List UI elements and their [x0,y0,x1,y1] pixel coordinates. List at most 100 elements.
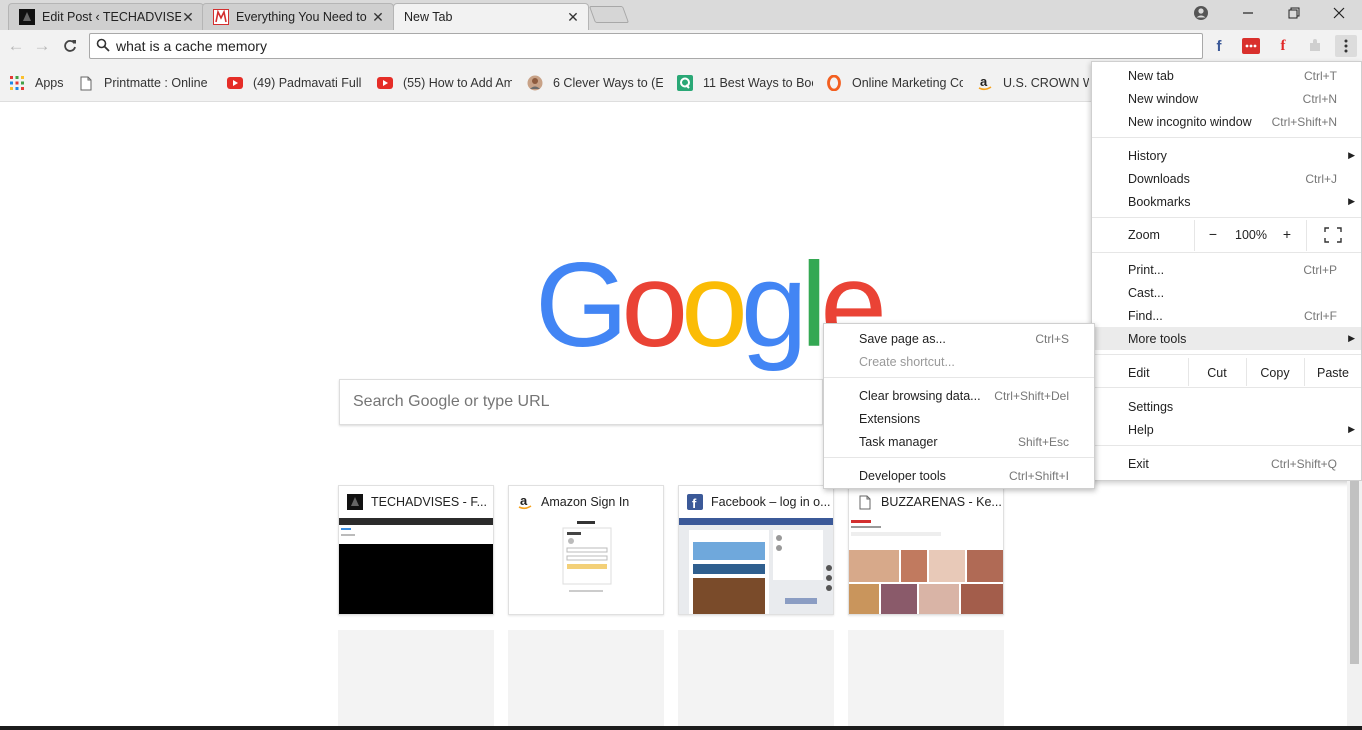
bitly-extension-icon[interactable] [1241,36,1261,56]
flipboard-icon[interactable]: f [1273,36,1293,56]
facebook-f-icon: f [687,494,703,510]
menu-label: Print... [1128,262,1165,277]
menu-item-downloads[interactable]: Downloads Ctrl+J [1092,167,1361,190]
most-visited-tile-amazon[interactable]: a Amazon Sign In [508,485,664,615]
close-icon[interactable]: ✕ [371,9,385,26]
paste-button[interactable]: Paste [1305,366,1361,380]
svg-text:a: a [980,75,988,89]
bookmark-label: 6 Clever Ways to (Eth [553,76,663,90]
minimize-icon[interactable] [1225,0,1271,26]
browser-window: Edit Post ‹ TECHADVISES ✕ Everything You… [0,0,1362,730]
cut-button[interactable]: Cut [1189,366,1245,380]
close-icon[interactable]: ✕ [181,9,195,26]
close-icon[interactable]: ✕ [566,9,580,26]
menu-item-find[interactable]: Find... Ctrl+F [1092,304,1361,327]
zoom-level: 100% [1235,228,1267,242]
new-tab-button[interactable] [588,6,630,23]
most-visited-tile-techadvises[interactable]: TECHADVISES - F... [338,485,494,615]
tab-strip: Edit Post ‹ TECHADVISES ✕ Everything You… [0,0,1362,30]
menu-item-help[interactable]: Help ▶ [1092,418,1361,441]
bookmark-clever-ways[interactable]: 6 Clever Ways to (Eth [527,74,663,92]
techadvises-favicon [347,494,363,510]
bookmark-label: 11 Best Ways to Boo [703,76,813,90]
ntp-search-box[interactable] [339,379,823,425]
zoom-divider [1306,220,1307,251]
address-bar[interactable]: what is a cache memory [89,33,1203,59]
submenu-item-clear-browsing-data[interactable]: Clear browsing data... Ctrl+Shift+Del [824,384,1094,407]
menu-item-cast[interactable]: Cast... [1092,281,1361,304]
submenu-item-save-page[interactable]: Save page as... Ctrl+S [824,327,1094,350]
menu-item-new-tab[interactable]: New tab Ctrl+T [1092,64,1361,87]
bookmark-label: Apps [35,76,64,90]
menu-item-exit[interactable]: Exit Ctrl+Shift+Q [1092,452,1361,475]
copy-button[interactable]: Copy [1247,366,1303,380]
menu-label: Settings [1128,399,1174,414]
bookmark-best-ways[interactable]: 11 Best Ways to Boo [677,74,813,92]
forward-arrow-icon[interactable]: → [30,34,54,58]
submenu-arrow-icon: ▶ [1348,333,1355,343]
page-scrollbar[interactable] [1347,481,1362,730]
profile-icon[interactable] [1178,0,1224,26]
restore-icon[interactable] [1271,0,1317,26]
zoom-label: Zoom [1128,228,1160,242]
bookmark-printmatte[interactable]: Printmatte : Online M [78,74,212,92]
back-arrow-icon[interactable]: ← [4,34,28,58]
close-window-icon[interactable] [1316,0,1362,26]
menu-label: Help [1128,422,1154,437]
menu-item-settings[interactable]: Settings [1092,395,1361,418]
bookmark-us-crown[interactable]: a U.S. CROWN Wo [977,74,1089,92]
menu-shortcut: Ctrl+Shift+N [1271,114,1337,129]
ntp-search-input[interactable] [353,393,822,411]
tab-new-tab[interactable]: New Tab ✕ [393,3,589,30]
menu-label: Save page as... [859,331,946,346]
menu-separator [1092,137,1361,138]
logo-letter: g [740,238,808,372]
menu-label: Exit [1128,456,1149,471]
menu-item-print[interactable]: Print... Ctrl+P [1092,258,1361,281]
chrome-menu-kebab-icon[interactable] [1335,35,1357,57]
chrome-main-menu: New tab Ctrl+T New window Ctrl+N New inc… [1091,61,1362,481]
menu-item-bookmarks[interactable]: Bookmarks ▶ [1092,190,1361,213]
reload-icon[interactable] [58,34,82,58]
empty-tile [678,630,834,730]
menu-label: New incognito window [1128,114,1252,129]
tab-edit-post[interactable]: Edit Post ‹ TECHADVISES ✕ [8,3,204,30]
page-icon [857,494,873,510]
logo-letter: l [800,238,828,372]
tab-everything[interactable]: Everything You Need to K ✕ [202,3,394,30]
menu-shortcut: Ctrl+S [1035,331,1069,346]
amazon-a-icon: a [977,75,993,91]
menu-item-new-window[interactable]: New window Ctrl+N [1092,87,1361,110]
menu-item-new-incognito[interactable]: New incognito window Ctrl+Shift+N [1092,110,1361,133]
zoom-in-button[interactable]: + [1280,226,1294,242]
menu-label: Downloads [1128,171,1190,186]
submenu-item-developer-tools[interactable]: Developer tools Ctrl+Shift+I [824,464,1094,487]
submenu-item-extensions[interactable]: Extensions [824,407,1094,430]
bookmark-how-to-add[interactable]: (55) How to Add Am [377,74,512,92]
scrollbar-thumb[interactable] [1350,481,1359,664]
menu-shortcut: Ctrl+Shift+Del [994,388,1069,403]
tile-title: Amazon Sign In [541,495,630,509]
most-visited-tile-facebook[interactable]: f Facebook – log in o... [678,485,834,615]
facebook-f-icon[interactable]: f [1209,36,1229,56]
submenu-item-create-shortcut: Create shortcut... [824,350,1094,373]
tab-label: Everything You Need to K [236,10,371,24]
more-tools-submenu: Save page as... Ctrl+S Create shortcut..… [823,323,1095,489]
menu-item-history[interactable]: History ▶ [1092,144,1361,167]
svg-text:a: a [520,494,528,508]
empty-tile [338,630,494,730]
menu-item-more-tools[interactable]: More tools ▶ [1092,327,1361,350]
bookmark-padmavati[interactable]: (49) Padmavati Full M [227,74,362,92]
submenu-item-task-manager[interactable]: Task manager Shift+Esc [824,430,1094,453]
fullscreen-icon[interactable] [1324,227,1342,246]
tab-label: Edit Post ‹ TECHADVISES [42,10,181,24]
taskbar-edge [0,726,1362,730]
bookmark-apps[interactable]: Apps [9,74,71,92]
puzzle-extension-icon[interactable] [1305,36,1325,56]
zoom-out-button[interactable]: − [1206,226,1220,242]
menu-separator [824,377,1094,378]
bookmark-online-marketing[interactable]: Online Marketing Co [826,74,963,92]
menu-label: History [1128,148,1167,163]
menu-label: New tab [1128,68,1174,83]
most-visited-tile-buzzarenas[interactable]: BUZZARENAS - Ke... [848,485,1004,615]
